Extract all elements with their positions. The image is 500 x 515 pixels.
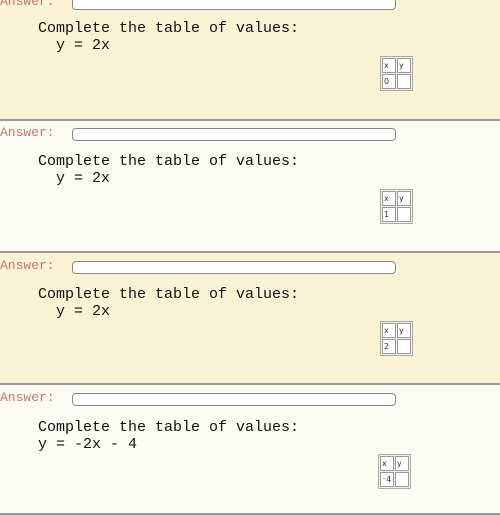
y-value-input[interactable] xyxy=(397,207,411,222)
problem-section xyxy=(0,0,500,121)
header-x: x xyxy=(382,58,396,73)
equation: y = -2x - 4 xyxy=(38,436,138,453)
question-text: Complete the table of values: y = 2x xyxy=(38,20,299,54)
question-text: Complete the table of values: y = 2x xyxy=(38,153,299,187)
x-value: 0 xyxy=(382,74,396,89)
table-of-values: xy ⁻4 xyxy=(378,454,411,489)
y-value-input[interactable] xyxy=(395,472,409,487)
answer-label: Answer: xyxy=(0,390,55,405)
equation: y = 2x xyxy=(38,303,111,320)
table-header-row: xy xyxy=(382,323,411,338)
equation: y = 2x xyxy=(38,37,111,54)
table-of-values: xy 2 xyxy=(380,321,413,356)
prompt: Complete the table of values: xyxy=(38,153,300,170)
prompt: Complete the table of values: xyxy=(38,419,300,436)
header-x: x xyxy=(382,323,396,338)
table-header-row: xy xyxy=(382,58,411,73)
y-value-input[interactable] xyxy=(397,339,411,354)
answer-label: Answer: xyxy=(0,258,55,273)
header-x: x xyxy=(382,191,396,206)
table-header-row: xy xyxy=(382,191,411,206)
table-row: ⁻4 xyxy=(380,472,409,487)
answer-label: Answer: xyxy=(0,125,55,140)
table-row: 0 xyxy=(382,74,411,89)
x-value: 1 xyxy=(382,207,396,222)
answer-label: Answer: xyxy=(0,0,55,9)
question-text: Complete the table of values: y = -2x - … xyxy=(38,419,299,453)
table-header-row: xy xyxy=(380,456,409,471)
table-row: 2 xyxy=(382,339,411,354)
header-x: x xyxy=(380,456,394,471)
prompt: Complete the table of values: xyxy=(38,286,300,303)
answer-input[interactable] xyxy=(72,393,396,406)
answer-input[interactable] xyxy=(72,128,396,141)
table-row: 1 xyxy=(382,207,411,222)
table-of-values: xy 1 xyxy=(380,189,413,224)
prompt: Complete the table of values: xyxy=(38,20,300,37)
header-y: y xyxy=(397,58,411,73)
equation: y = 2x xyxy=(38,170,111,187)
x-value: ⁻4 xyxy=(380,472,394,487)
answer-input[interactable] xyxy=(72,261,396,274)
table-of-values: xy 0 xyxy=(380,56,413,91)
y-value-input[interactable] xyxy=(397,74,411,89)
answer-input[interactable] xyxy=(72,0,396,10)
header-y: y xyxy=(395,456,409,471)
question-text: Complete the table of values: y = 2x xyxy=(38,286,299,320)
header-y: y xyxy=(397,323,411,338)
x-value: 2 xyxy=(382,339,396,354)
header-y: y xyxy=(397,191,411,206)
